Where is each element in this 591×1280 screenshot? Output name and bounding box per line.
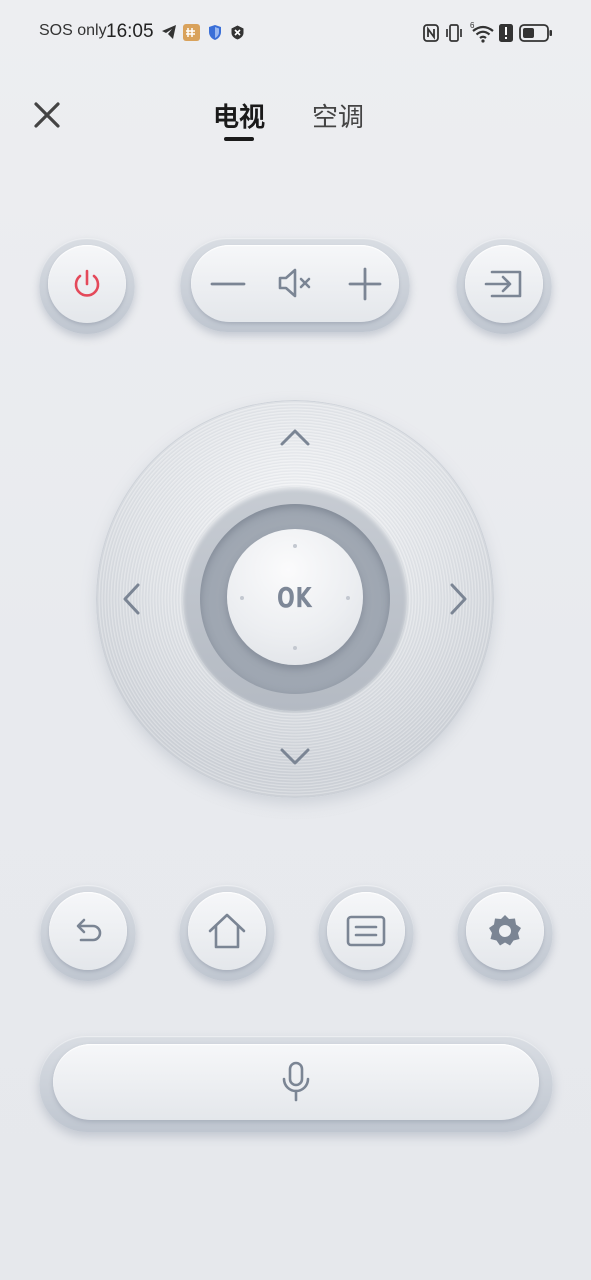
vibrate-icon xyxy=(444,23,464,48)
mute-icon xyxy=(278,268,311,298)
voice-button[interactable] xyxy=(39,1036,553,1132)
active-tab-indicator xyxy=(224,137,254,141)
nfc-icon xyxy=(423,24,439,47)
dpad-up-button[interactable] xyxy=(278,424,312,455)
back-button-face xyxy=(49,892,127,970)
plus-icon xyxy=(348,267,382,301)
telegram-icon xyxy=(160,23,178,46)
app-notification-icon xyxy=(183,24,200,46)
alert-icon xyxy=(499,24,513,47)
mute-button[interactable] xyxy=(276,265,316,306)
dpad-right-button[interactable] xyxy=(446,581,472,622)
settings-button-face xyxy=(466,892,544,970)
chevron-up-icon xyxy=(280,429,310,446)
volume-control xyxy=(180,238,410,332)
ok-label: OK xyxy=(277,580,313,614)
volume-control-face xyxy=(191,245,399,322)
power-icon xyxy=(74,269,100,297)
back-icon xyxy=(76,918,102,942)
power-button-face xyxy=(48,245,126,323)
wifi-badge: 6 xyxy=(470,21,475,30)
tab-tv[interactable]: 电视 xyxy=(213,97,265,134)
ok-dot-left xyxy=(240,596,244,600)
dpad-down-button[interactable] xyxy=(278,744,312,775)
back-button[interactable] xyxy=(40,885,136,981)
settings-icon xyxy=(489,915,521,946)
volume-down-button[interactable] xyxy=(210,266,246,307)
shield-icon xyxy=(207,24,223,46)
chevron-down-icon xyxy=(280,748,310,765)
close-button[interactable] xyxy=(28,96,66,134)
input-source-icon xyxy=(484,270,522,298)
status-time: 16:05 xyxy=(106,21,154,42)
ok-dot-top xyxy=(293,544,297,548)
minus-icon xyxy=(210,282,246,286)
input-source-button-face xyxy=(465,245,543,323)
input-source-button[interactable] xyxy=(456,238,552,334)
status-bar: SOS only 16:05 6 xyxy=(0,0,591,66)
ok-button[interactable]: OK xyxy=(227,529,363,665)
wifi-icon: 6 xyxy=(470,21,496,48)
battery-icon xyxy=(519,24,553,47)
chevron-right-icon xyxy=(450,583,467,615)
ok-dot-bottom xyxy=(293,646,297,650)
menu-icon xyxy=(346,915,386,947)
microphone-icon xyxy=(282,1061,310,1102)
ok-dot-right xyxy=(346,596,350,600)
voice-button-face xyxy=(53,1044,539,1120)
dpad-left-button[interactable] xyxy=(118,581,144,622)
power-button[interactable] xyxy=(39,238,135,334)
home-icon xyxy=(208,913,246,949)
home-button-face xyxy=(188,892,266,970)
menu-button-face xyxy=(327,892,405,970)
carrier-label: SOS only xyxy=(39,22,107,39)
security-icon xyxy=(230,25,245,45)
tab-air-conditioner[interactable]: 空调 xyxy=(312,97,364,134)
volume-up-button[interactable] xyxy=(347,266,383,307)
home-button[interactable] xyxy=(179,885,275,981)
close-icon xyxy=(34,102,60,128)
chevron-left-icon xyxy=(123,583,140,615)
menu-button[interactable] xyxy=(318,885,414,981)
settings-button[interactable] xyxy=(457,885,553,981)
